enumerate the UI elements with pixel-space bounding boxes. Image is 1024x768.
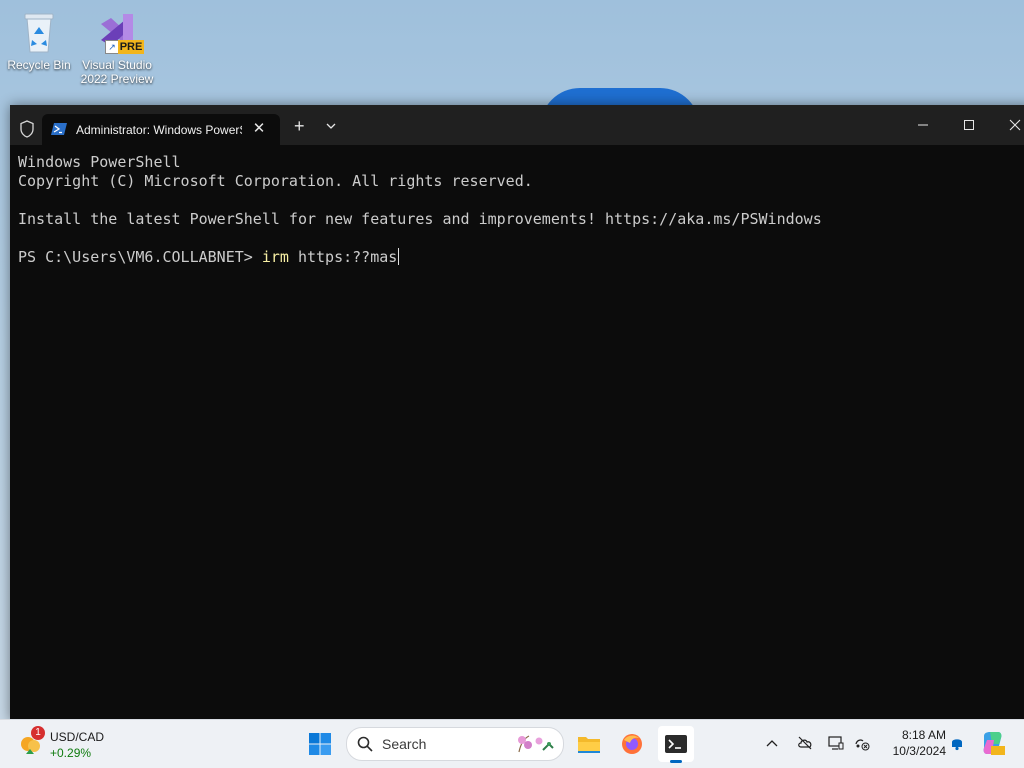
visual-studio-label-line1: Visual Studio [82,58,152,72]
active-app-indicator [670,760,682,763]
clock-date: 10/3/2024 [892,744,946,758]
close-icon [1009,119,1021,131]
search-placeholder: Search [382,736,427,752]
bell-icon [952,739,962,751]
tray-onedrive[interactable] [794,732,816,754]
tab-powershell[interactable]: Administrator: Windows PowerShell ✕ [42,114,280,145]
visual-studio-label-line2: 2022 Preview [80,72,154,86]
clock-time: 8:18 AM [901,728,946,742]
taskbar-search[interactable]: Search [346,727,564,761]
new-tab-button[interactable]: + [294,116,305,136]
shortcut-arrow-icon: ↗ [105,40,119,54]
widget-change: +0.29% [50,746,92,760]
copilot-button[interactable] [979,729,1007,757]
taskbar-firefox[interactable] [614,726,650,762]
console-line: Windows PowerShell [18,153,181,171]
prompt-text: PS C:\Users\VM6.COLLABNET> [18,248,262,266]
search-highlight-icon [518,735,554,753]
chevron-up-icon [766,740,778,747]
system-clock[interactable]: 8:18 AM 10/3/2024 [876,727,946,759]
widgets-button[interactable]: 1 USD/CAD +0.29% [16,726,136,762]
monitor-icon [828,736,844,750]
chevron-down-icon[interactable] [325,121,337,131]
cloud-offline-icon [798,736,812,750]
firefox-icon [622,734,642,754]
recycle-bin-icon [15,8,63,56]
command-text: irm [261,248,289,266]
terminal-window: Administrator: Windows PowerShell ✕ + Wi… [10,105,1024,721]
desktop-icon-recycle-bin[interactable]: Recycle Bin [2,8,76,72]
copilot-pre-icon [983,732,1005,755]
console-line: Copyright (C) Microsoft Corporation. All… [18,172,533,190]
console-output[interactable]: Windows PowerShell Copyright (C) Microso… [18,153,1024,267]
visual-studio-icon: ↗ PRE [93,8,144,56]
taskbar-terminal[interactable] [658,726,694,763]
network-disconnected-icon [855,739,870,751]
console-line: Install the latest PowerShell for new fe… [18,210,822,228]
search-icon [357,736,373,752]
minimize-button[interactable] [900,105,946,145]
tray-display[interactable] [825,732,847,754]
notifications-button[interactable] [946,732,968,754]
minimize-icon [918,124,928,126]
windows-start-icon[interactable] [308,732,332,756]
title-bar[interactable]: Administrator: Windows PowerShell ✕ + [10,105,1024,145]
pre-badge: PRE [118,40,144,54]
widget-currency-pair: USD/CAD [50,730,105,744]
admin-shield-icon [20,120,34,138]
recycle-bin-label: Recycle Bin [7,58,71,72]
taskbar: 1 USD/CAD +0.29% Search 8:18 AM 10/3/202… [0,719,1024,768]
tab-title: Administrator: Windows PowerShell [76,123,242,137]
folder-icon [578,737,600,753]
desktop-icon-visual-studio-preview[interactable]: ↗ PRE Visual Studio 2022 Preview [80,8,154,86]
show-hidden-icons-button[interactable] [761,732,783,754]
maximize-icon [964,120,974,130]
notification-count-badge: 1 [31,726,45,740]
prompt-line[interactable]: PS C:\Users\VM6.COLLABNET> irm https:??m… [18,248,1024,267]
taskbar-file-explorer[interactable] [571,726,607,762]
command-argument: https:??mas [288,248,398,266]
terminal-icon [665,735,687,753]
close-button[interactable] [992,105,1024,145]
tray-network[interactable] [851,732,873,754]
tab-close-icon[interactable]: ✕ [250,120,268,138]
powershell-icon [51,123,67,135]
text-cursor [398,248,400,265]
maximize-button[interactable] [946,105,992,145]
